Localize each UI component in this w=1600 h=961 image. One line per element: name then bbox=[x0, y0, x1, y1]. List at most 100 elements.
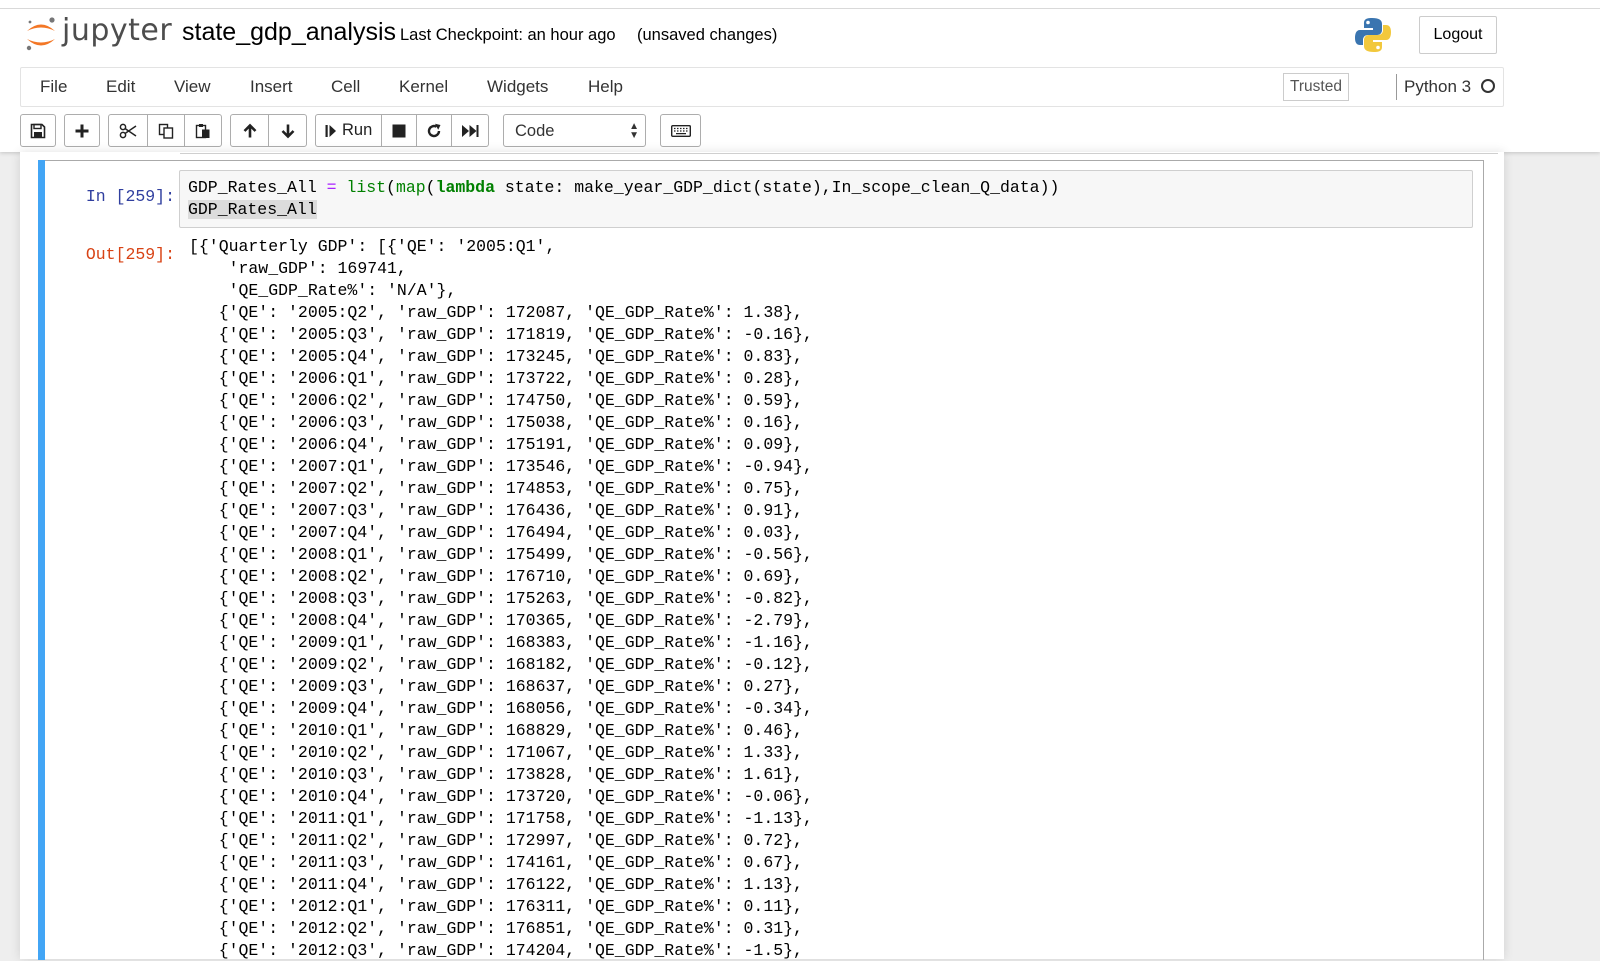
code-token: ( bbox=[425, 178, 436, 197]
code-token: ( bbox=[386, 178, 396, 197]
output-raw-gdp: 171067 bbox=[505, 743, 566, 762]
menu-view[interactable]: View bbox=[174, 77, 211, 97]
run-icon bbox=[325, 124, 336, 137]
output-rate: 0.46 bbox=[743, 721, 784, 740]
output-rate: 1.61 bbox=[743, 765, 784, 784]
keyboard-icon bbox=[670, 124, 691, 137]
output-raw-gdp: 168829 bbox=[505, 721, 566, 740]
code-line-2: GDP_Rates_All bbox=[188, 200, 317, 219]
output-qe: 2012:Q3 bbox=[297, 941, 368, 960]
output-row: {'QE': '2011:Q3', 'raw_GDP': 174161, 'QE… bbox=[189, 853, 803, 872]
output-raw-gdp: 174750 bbox=[505, 391, 566, 410]
output-rate: 0.11 bbox=[743, 897, 784, 916]
output-row: {'QE': '2005:Q3', 'raw_GDP': 171819, 'QE… bbox=[189, 325, 813, 344]
cell-type-value: Code bbox=[515, 122, 555, 140]
output-raw-gdp: 172997 bbox=[505, 831, 566, 850]
code-token: lambda bbox=[435, 178, 495, 197]
output-raw-gdp: 168383 bbox=[505, 633, 566, 652]
output-row: {'QE': '2011:Q2', 'raw_GDP': 172997, 'QE… bbox=[189, 831, 803, 850]
output-raw-gdp: 176494 bbox=[505, 523, 566, 542]
output-row: {'QE': '2010:Q2', 'raw_GDP': 171067, 'QE… bbox=[189, 743, 803, 762]
code-cell[interactable]: In [259]: GDP_Rates_All = list(map(lambd… bbox=[38, 160, 1484, 960]
output-rate: 0.59 bbox=[743, 391, 784, 410]
move-down-button[interactable] bbox=[268, 114, 307, 147]
menu-bar: File Edit View Insert Cell Kernel Widget… bbox=[20, 67, 1504, 107]
menu-edit[interactable]: Edit bbox=[106, 77, 135, 97]
output-row: {'QE': '2007:Q3', 'raw_GDP': 176436, 'QE… bbox=[189, 501, 803, 520]
output-raw-gdp: 168182 bbox=[505, 655, 566, 674]
output-rate: 0.03 bbox=[743, 523, 784, 542]
copy-button[interactable] bbox=[147, 114, 185, 147]
output-line: 'QE_GDP_Rate%': 'N/A'}, bbox=[189, 281, 457, 300]
kernel-idle-icon bbox=[1481, 79, 1495, 93]
insert-cell-button[interactable] bbox=[64, 114, 100, 147]
output-line: 'raw_GDP': 169741, bbox=[189, 259, 407, 278]
output-raw-gdp: 176436 bbox=[505, 501, 566, 520]
output-raw-gdp: 176311 bbox=[505, 897, 566, 916]
output-rate: 0.67 bbox=[743, 853, 784, 872]
output-row: {'QE': '2009:Q3', 'raw_GDP': 168637, 'QE… bbox=[189, 677, 803, 696]
menu-help[interactable]: Help bbox=[588, 77, 623, 97]
output-rate: -1.5 bbox=[743, 941, 784, 960]
code-input[interactable]: GDP_Rates_All = list(map(lambda state: m… bbox=[179, 170, 1473, 228]
code-token: map bbox=[395, 178, 426, 197]
output-raw-gdp: 175263 bbox=[505, 589, 566, 608]
output-row: {'QE': '2012:Q1', 'raw_GDP': 176311, 'QE… bbox=[189, 897, 803, 916]
output-qe: 2008:Q3 bbox=[297, 589, 368, 608]
logout-button[interactable]: Logout bbox=[1419, 16, 1497, 54]
previous-cell-edge bbox=[180, 153, 1498, 154]
move-up-button[interactable] bbox=[230, 114, 269, 147]
restart-button[interactable] bbox=[416, 114, 452, 147]
jupyter-logo[interactable]: jupyter bbox=[24, 13, 189, 54]
trusted-indicator[interactable]: Trusted bbox=[1283, 73, 1349, 101]
output-qe: 2007:Q2 bbox=[297, 479, 368, 498]
output-row: {'QE': '2009:Q4', 'raw_GDP': 168056, 'QE… bbox=[189, 699, 813, 718]
output-raw-gdp: 176851 bbox=[505, 919, 566, 938]
paste-button[interactable] bbox=[184, 114, 222, 147]
code-line-1: GDP_Rates_All = list(map(lambda state: m… bbox=[188, 178, 1059, 197]
output-raw-gdp: 171819 bbox=[505, 325, 566, 344]
output-qe: 2010:Q2 bbox=[297, 743, 368, 762]
code-token: state: make_year_GDP_dict(state),In_scop… bbox=[495, 178, 1060, 197]
output-qe: 2005:Q2 bbox=[297, 303, 368, 322]
output-raw-gdp: 168056 bbox=[505, 699, 566, 718]
output-row: {'QE': '2006:Q2', 'raw_GDP': 174750, 'QE… bbox=[189, 391, 803, 410]
notebook-title[interactable]: state_gdp_analysis bbox=[182, 18, 396, 47]
interrupt-button[interactable] bbox=[381, 114, 417, 147]
output-rate: 0.75 bbox=[743, 479, 784, 498]
output-row: {'QE': '2009:Q1', 'raw_GDP': 168383, 'QE… bbox=[189, 633, 813, 652]
logo-text: jupyter bbox=[62, 13, 173, 48]
command-palette-button[interactable] bbox=[660, 114, 701, 147]
menu-insert[interactable]: Insert bbox=[250, 77, 293, 97]
output-qe: 2011:Q3 bbox=[297, 853, 368, 872]
cell-type-select[interactable]: Code ▲ ▼ bbox=[503, 114, 646, 147]
output-rate: 0.09 bbox=[743, 435, 784, 454]
save-button[interactable] bbox=[20, 114, 56, 147]
output-row: {'QE': '2007:Q1', 'raw_GDP': 173546, 'QE… bbox=[189, 457, 813, 476]
output-rate: -0.94 bbox=[743, 457, 794, 476]
output-qe: 2008:Q1 bbox=[297, 545, 368, 564]
menu-file[interactable]: File bbox=[40, 77, 67, 97]
output-row: {'QE': '2006:Q3', 'raw_GDP': 175038, 'QE… bbox=[189, 413, 803, 432]
restart-run-all-button[interactable] bbox=[451, 114, 489, 147]
menu-widgets[interactable]: Widgets bbox=[487, 77, 548, 97]
output-qe: 2007:Q3 bbox=[297, 501, 368, 520]
output-raw-gdp: 170365 bbox=[505, 611, 566, 630]
menu-cell[interactable]: Cell bbox=[331, 77, 360, 97]
code-token: = bbox=[326, 178, 337, 197]
run-button[interactable]: Run bbox=[315, 114, 382, 147]
kernel-name[interactable]: Python 3 bbox=[1404, 77, 1471, 97]
output-prompt: Out[259]: bbox=[85, 245, 175, 264]
output-row: {'QE': '2008:Q4', 'raw_GDP': 170365, 'QE… bbox=[189, 611, 813, 630]
output-rate: 0.28 bbox=[743, 369, 784, 388]
output-qe: 2011:Q2 bbox=[297, 831, 368, 850]
output-qe: 2005:Q4 bbox=[297, 347, 368, 366]
jupyter-logo-icon bbox=[26, 17, 55, 51]
output-qe: 2007:Q1 bbox=[297, 457, 368, 476]
menu-kernel[interactable]: Kernel bbox=[399, 77, 448, 97]
cut-button[interactable] bbox=[108, 114, 148, 147]
output-rate: -0.12 bbox=[743, 655, 794, 674]
output-rate: -1.13 bbox=[743, 809, 794, 828]
output-rate: 0.91 bbox=[743, 501, 784, 520]
output-row: {'QE': '2008:Q1', 'raw_GDP': 175499, 'QE… bbox=[189, 545, 813, 564]
